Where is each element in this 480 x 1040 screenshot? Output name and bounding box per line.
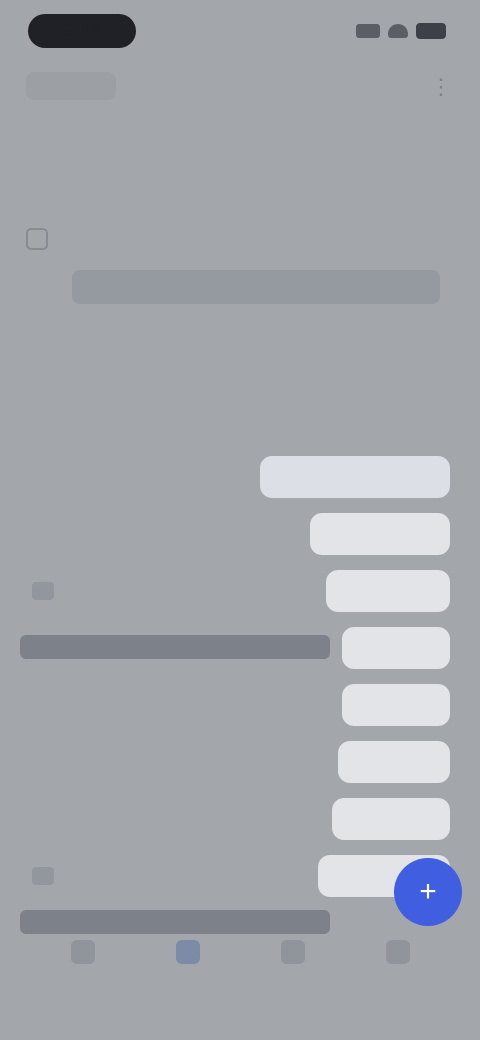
app-screen: 9:41 ⋮ + bbox=[0, 0, 480, 1040]
calendar-icon bbox=[280, 940, 305, 964]
list-item-chip[interactable] bbox=[260, 456, 450, 498]
summary-section bbox=[26, 336, 448, 426]
option-field[interactable] bbox=[72, 270, 440, 304]
highlight-strip bbox=[20, 635, 330, 659]
option-checkbox[interactable] bbox=[26, 228, 48, 250]
signal-icon bbox=[356, 24, 380, 38]
list-item[interactable] bbox=[0, 505, 480, 562]
nav-item-list[interactable] bbox=[160, 940, 216, 1010]
status-time: 9:41 bbox=[28, 14, 136, 48]
header: ⋮ bbox=[0, 60, 480, 116]
bottom-nav bbox=[0, 940, 480, 1010]
list-item[interactable] bbox=[0, 790, 480, 847]
nav-item-calendar[interactable] bbox=[265, 940, 321, 1010]
home-icon bbox=[70, 940, 95, 964]
more-options-icon[interactable]: ⋮ bbox=[428, 74, 454, 100]
wifi-icon bbox=[388, 24, 408, 38]
list-item[interactable] bbox=[0, 676, 480, 733]
add-button[interactable]: + bbox=[394, 858, 462, 926]
tab-first[interactable] bbox=[22, 130, 54, 160]
tab-second[interactable] bbox=[224, 130, 256, 160]
status-bar: 9:41 bbox=[0, 0, 480, 60]
item-icon bbox=[32, 582, 54, 600]
list-icon bbox=[175, 940, 200, 964]
nav-item-home[interactable] bbox=[55, 940, 111, 1010]
status-icons bbox=[356, 20, 446, 42]
profile-icon bbox=[385, 940, 410, 964]
list-item-chip[interactable] bbox=[342, 684, 450, 726]
list-item-chip[interactable] bbox=[332, 798, 450, 840]
back-button[interactable] bbox=[26, 72, 116, 100]
highlight-strip bbox=[20, 910, 330, 934]
list-item-chip[interactable] bbox=[338, 741, 450, 783]
battery-icon bbox=[416, 23, 446, 39]
options-section bbox=[26, 186, 448, 316]
item-icon bbox=[32, 867, 54, 885]
nav-item-profile[interactable] bbox=[370, 940, 426, 1010]
list-item[interactable] bbox=[0, 619, 480, 676]
list-item[interactable] bbox=[0, 562, 480, 619]
list-item[interactable] bbox=[0, 733, 480, 790]
tab-third[interactable] bbox=[426, 130, 458, 160]
list-item-chip[interactable] bbox=[326, 570, 450, 612]
list-item-chip[interactable] bbox=[342, 627, 450, 669]
tab-bar bbox=[22, 122, 458, 168]
list-item-chip[interactable] bbox=[310, 513, 450, 555]
list-item[interactable] bbox=[0, 448, 480, 505]
